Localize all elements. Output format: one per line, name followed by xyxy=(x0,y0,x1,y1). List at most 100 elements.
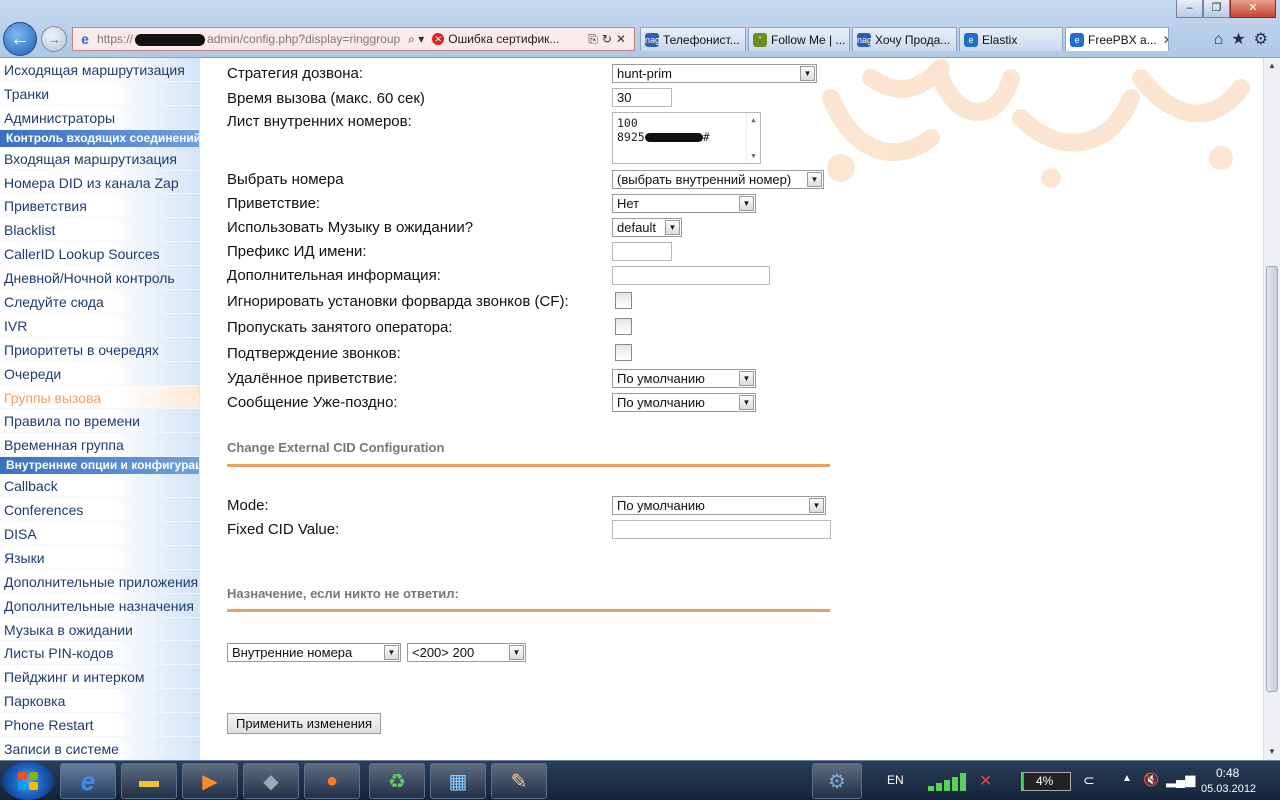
sidebar-item[interactable]: Правила по времени xyxy=(0,409,199,434)
network-bars-icon[interactable]: ▂▄▆ xyxy=(1166,772,1195,788)
explorer-folder-icon[interactable]: ▬ xyxy=(121,763,177,799)
cid-name-prefix-input[interactable] xyxy=(612,242,672,261)
no-connection-icon[interactable]: ✕ xyxy=(979,771,992,791)
tab-operator[interactable]: nag Телефонист... xyxy=(640,27,746,51)
sidebar-item[interactable]: Следуйте сюда xyxy=(0,290,199,314)
search-dropdown-icon[interactable]: ⌕ ▾ xyxy=(408,32,424,47)
scroll-thumb[interactable] xyxy=(1266,266,1278,692)
sidebar-item[interactable]: Дневной/Ночной контроль xyxy=(0,266,199,291)
battery-fill xyxy=(1022,773,1024,790)
tray-expand-icon[interactable]: ▲ xyxy=(1122,773,1132,784)
ignore-cf-checkbox[interactable] xyxy=(615,292,632,309)
confirm-calls-checkbox[interactable] xyxy=(615,344,632,361)
announcement-select[interactable]: Нет ▼ xyxy=(612,194,756,213)
fixed-cid-input[interactable] xyxy=(612,520,831,539)
language-indicator[interactable]: EN xyxy=(887,773,904,787)
minimize-icon[interactable]: – xyxy=(1176,0,1203,18)
cert-error-icon[interactable]: ✕ xyxy=(432,33,445,45)
maximize-icon[interactable]: ❐ xyxy=(1203,0,1230,18)
ie-taskbar-icon[interactable]: e xyxy=(60,763,116,799)
recycle-app-icon[interactable]: ♻ xyxy=(369,763,425,799)
tab-freepbx[interactable]: e FreePBX a... ✕ xyxy=(1065,27,1169,51)
sidebar-item[interactable]: Дополнительные назначения xyxy=(0,593,199,618)
ring-strategy-select[interactable]: hunt-prim ▼ xyxy=(612,64,817,83)
sidebar-item[interactable]: Администраторы xyxy=(0,105,199,130)
signal-strength-icon[interactable] xyxy=(928,773,970,791)
address-url: https:// admin/config.php?display=ringgro… xyxy=(97,32,400,46)
music-on-hold-label: Использовать Музыку в ожидании? xyxy=(227,219,474,236)
sidebar-item[interactable]: DISA xyxy=(0,522,199,546)
destination-target-select[interactable]: <200> 200 ▼ xyxy=(407,643,526,662)
chevron-down-icon: ▼ xyxy=(739,371,754,386)
address-bar[interactable]: e https:// admin/config.php?display=ringg… xyxy=(72,27,635,51)
sidebar-item[interactable]: Группы вызова xyxy=(0,385,199,410)
firefox-icon[interactable]: ● xyxy=(304,763,360,799)
pick-extension-select[interactable]: (выбрать внутренний номер) ▼ xyxy=(612,170,824,189)
alert-info-input[interactable] xyxy=(612,266,770,285)
tab-want-sell[interactable]: nag Хочу Прода... xyxy=(852,27,957,51)
settings-gear-icon[interactable]: ⚙ xyxy=(1254,31,1276,48)
sidebar-item[interactable]: Транки xyxy=(0,81,199,106)
forward-button[interactable]: → xyxy=(41,26,67,52)
remote-announce-select[interactable]: По умолчанию ▼ xyxy=(612,369,756,388)
media-player-icon[interactable]: ▶ xyxy=(182,763,238,799)
sidebar-item[interactable]: Номера DID из канала Zap xyxy=(0,170,199,195)
favorites-star-icon[interactable]: ★ xyxy=(1231,31,1253,48)
home-icon[interactable]: ⌂ xyxy=(1214,31,1232,48)
cert-warning[interactable]: Ошибка сертифик... xyxy=(448,32,559,46)
skip-busy-checkbox[interactable] xyxy=(615,318,632,335)
sidebar-item[interactable]: Пейджинг и интерком xyxy=(0,665,199,690)
charger-icon[interactable]: ⊂ xyxy=(1083,772,1095,789)
sidebar-item[interactable]: Входящая маршрутизация xyxy=(0,146,199,171)
chevron-down-icon: ▼ xyxy=(807,172,822,187)
back-button[interactable]: ← xyxy=(3,22,37,56)
destination-target-value: <200> 200 xyxy=(412,645,475,660)
music-on-hold-select[interactable]: default ▼ xyxy=(612,218,682,237)
extension-list-textarea[interactable]: 100 8925 # ▲ ▼ xyxy=(612,112,761,164)
battery-indicator[interactable]: 4% xyxy=(1021,772,1071,791)
sidebar-item[interactable]: Музыка в ожидании xyxy=(0,617,199,642)
tab-follow-me[interactable]: " Follow Me | ... xyxy=(748,27,850,51)
sidebar-item[interactable]: Conferences xyxy=(0,498,199,523)
close-window-icon[interactable]: ✕ xyxy=(1230,0,1276,18)
sidebar-item[interactable]: Языки xyxy=(0,545,199,570)
control-panel-icon[interactable]: ▦ xyxy=(430,763,486,799)
refresh-stop-icons[interactable]: ⎘↻✕ xyxy=(588,32,630,47)
update-notification-icon[interactable]: ⚙ xyxy=(812,763,862,799)
paint-icon[interactable]: ✎ xyxy=(491,763,547,799)
sidebar-item[interactable]: CallerID Lookup Sources xyxy=(0,242,199,267)
sidebar-item[interactable]: Phone Restart xyxy=(0,713,199,738)
ring-time-input[interactable]: 30 xyxy=(612,88,672,107)
tab-elastix[interactable]: e Elastix xyxy=(959,27,1063,51)
clock-date[interactable]: 05.03.2012 xyxy=(1201,783,1256,795)
close-tab-icon[interactable]: ✕ xyxy=(1157,33,1168,47)
sidebar-item[interactable]: Приоритеты в очередях xyxy=(0,337,199,362)
page-scrollbar[interactable]: ▲ ▼ xyxy=(1263,58,1280,760)
sidebar-item[interactable]: Временная группа xyxy=(0,433,199,458)
sidebar-section-header: Контроль входящих соединений xyxy=(0,129,199,147)
apply-changes-button[interactable]: Применить изменения xyxy=(227,713,382,734)
volume-muted-icon[interactable]: 🔇 xyxy=(1143,772,1159,788)
sidebar-item[interactable]: Исходящая маршрутизация xyxy=(0,58,199,82)
network-app-icon[interactable]: ◆ xyxy=(243,763,299,799)
sidebar-item[interactable]: Записи в системе xyxy=(0,737,199,760)
sidebar-item[interactable]: Приветствия xyxy=(0,194,199,219)
chevron-down-icon: ▼ xyxy=(739,395,754,410)
scroll-up-icon[interactable]: ▲ xyxy=(1264,58,1280,74)
chevron-down-icon: ▼ xyxy=(665,220,680,235)
sidebar-item[interactable]: Листы PIN-кодов xyxy=(0,641,199,666)
sidebar-item[interactable]: IVR xyxy=(0,313,199,338)
sidebar-item[interactable]: Blacklist xyxy=(0,218,199,243)
clock-time[interactable]: 0:48 xyxy=(1216,766,1239,780)
too-late-select[interactable]: По умолчанию ▼ xyxy=(612,393,756,412)
sidebar-item[interactable]: Очереди xyxy=(0,361,199,386)
start-button[interactable] xyxy=(2,762,54,800)
cid-mode-select[interactable]: По умолчанию ▼ xyxy=(612,496,826,515)
freepbx-watermark-logo xyxy=(822,59,1250,188)
destination-type-select[interactable]: Внутренние номера ▼ xyxy=(227,643,401,662)
sidebar-item[interactable]: Парковка xyxy=(0,689,199,714)
scroll-down-icon[interactable]: ▼ xyxy=(1264,744,1280,760)
textarea-scrollbar[interactable]: ▲ ▼ xyxy=(746,113,760,163)
sidebar-item[interactable]: Callback xyxy=(0,474,199,499)
sidebar-item[interactable]: Дополнительные приложения xyxy=(0,569,199,594)
